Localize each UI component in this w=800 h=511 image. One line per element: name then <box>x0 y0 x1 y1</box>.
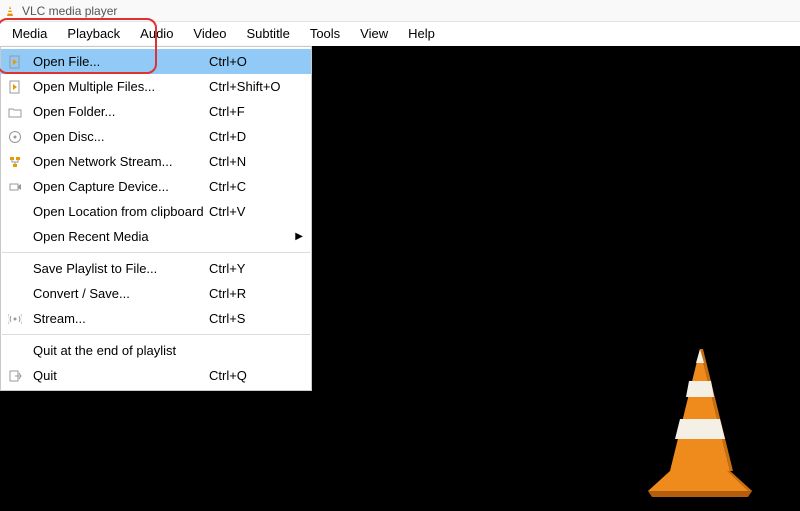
menu-item-label: Save Playlist to File... <box>25 261 209 276</box>
menu-item-label: Open Multiple Files... <box>25 79 209 94</box>
folder-icon <box>5 105 25 119</box>
menu-item-shortcut: Ctrl+F <box>209 104 293 119</box>
menu-item-open-file[interactable]: Open File...Ctrl+O <box>1 49 311 74</box>
menu-item-open-recent-media[interactable]: Open Recent Media ▶ <box>1 224 311 249</box>
menu-item-label: Stream... <box>25 311 209 326</box>
menu-separator <box>2 334 310 335</box>
stream-icon <box>5 312 25 326</box>
menu-item-label: Open Network Stream... <box>25 154 209 169</box>
menu-item-label: Quit at the end of playlist <box>25 343 209 358</box>
titlebar-title: VLC media player <box>22 4 117 18</box>
submenu-arrow-icon: ▶ <box>293 231 303 242</box>
menu-item-quit-at-the-end-of-playlist[interactable]: Quit at the end of playlist <box>1 338 311 363</box>
menubar: Media Playback Audio Video Subtitle Tool… <box>0 22 800 46</box>
menu-item-open-folder[interactable]: Open Folder...Ctrl+F <box>1 99 311 124</box>
media-dropdown: Open File...Ctrl+OOpen Multiple Files...… <box>0 46 312 391</box>
menu-item-save-playlist-to-file[interactable]: Save Playlist to File...Ctrl+Y <box>1 256 311 281</box>
menu-audio[interactable]: Audio <box>130 22 183 46</box>
menu-item-shortcut: Ctrl+Q <box>209 368 293 383</box>
menu-item-label: Open Disc... <box>25 129 209 144</box>
menu-item-shortcut: Ctrl+R <box>209 286 293 301</box>
menu-item-stream[interactable]: Stream...Ctrl+S <box>1 306 311 331</box>
menu-item-shortcut: Ctrl+S <box>209 311 293 326</box>
vlc-icon <box>4 5 16 17</box>
menu-item-label: Open Folder... <box>25 104 209 119</box>
menu-view[interactable]: View <box>350 22 398 46</box>
menu-item-shortcut: Ctrl+C <box>209 179 293 194</box>
menu-item-label: Open Location from clipboard <box>25 204 209 219</box>
vlc-cone-logo <box>630 341 770 501</box>
menu-subtitle[interactable]: Subtitle <box>236 22 299 46</box>
menu-item-open-disc[interactable]: Open Disc...Ctrl+D <box>1 124 311 149</box>
menu-item-shortcut: Ctrl+D <box>209 129 293 144</box>
menu-item-open-network-stream[interactable]: Open Network Stream...Ctrl+N <box>1 149 311 174</box>
menu-item-label: Open Recent Media <box>25 229 209 244</box>
menu-item-label: Convert / Save... <box>25 286 209 301</box>
network-icon <box>5 155 25 169</box>
menu-item-open-capture-device[interactable]: Open Capture Device...Ctrl+C <box>1 174 311 199</box>
menu-item-shortcut: Ctrl+V <box>209 204 293 219</box>
menu-item-label: Quit <box>25 368 209 383</box>
menu-item-label: Open Capture Device... <box>25 179 209 194</box>
menu-video[interactable]: Video <box>183 22 236 46</box>
menu-playback[interactable]: Playback <box>57 22 130 46</box>
menu-item-open-location-from-clipboard[interactable]: Open Location from clipboardCtrl+V <box>1 199 311 224</box>
menu-separator <box>2 252 310 253</box>
disc-icon <box>5 130 25 144</box>
menu-item-label: Open File... <box>25 54 209 69</box>
file-play-icon <box>5 80 25 94</box>
titlebar: VLC media player <box>0 0 800 22</box>
menu-item-open-multiple-files[interactable]: Open Multiple Files...Ctrl+Shift+O <box>1 74 311 99</box>
menu-item-shortcut: Ctrl+Shift+O <box>209 79 293 94</box>
menu-media[interactable]: Media <box>2 22 57 46</box>
file-play-icon <box>5 55 25 69</box>
menu-help[interactable]: Help <box>398 22 445 46</box>
menu-item-convert-save[interactable]: Convert / Save...Ctrl+R <box>1 281 311 306</box>
quit-icon <box>5 369 25 383</box>
capture-icon <box>5 180 25 194</box>
menu-tools[interactable]: Tools <box>300 22 350 46</box>
menu-item-shortcut: Ctrl+O <box>209 54 293 69</box>
menu-item-shortcut: Ctrl+N <box>209 154 293 169</box>
menu-item-quit[interactable]: QuitCtrl+Q <box>1 363 311 388</box>
menu-item-shortcut: Ctrl+Y <box>209 261 293 276</box>
